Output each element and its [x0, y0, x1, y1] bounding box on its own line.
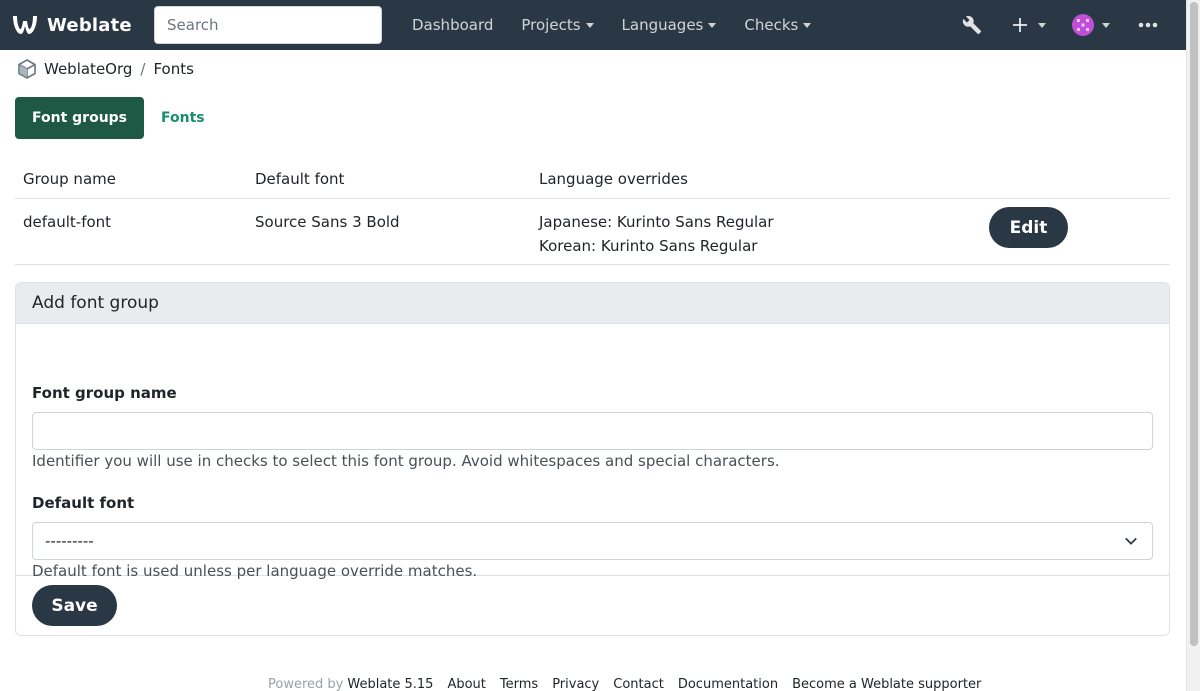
footer-contact-link[interactable]: Contact — [613, 677, 664, 691]
breadcrumb-org-link[interactable]: WeblateOrg — [44, 60, 132, 78]
footer-supporter-link[interactable]: Become a Weblate supporter — [792, 677, 981, 691]
page-scrollbar[interactable] — [1186, 0, 1200, 691]
caret-down-icon — [1038, 22, 1046, 28]
footer-terms-link[interactable]: Terms — [500, 677, 538, 691]
caret-down-icon — [1102, 22, 1110, 28]
font-group-name-label: Font group name — [32, 384, 177, 402]
nav-checks-label: Checks — [744, 16, 799, 34]
footer-documentation-link[interactable]: Documentation — [678, 677, 778, 691]
breadcrumb: WeblateOrg / Fonts — [16, 58, 194, 80]
main-nav: Dashboard Projects Languages Checks — [398, 0, 825, 50]
brand-name: Weblate — [47, 14, 132, 36]
nav-projects[interactable]: Projects — [507, 16, 607, 34]
brand[interactable]: Weblate — [11, 12, 132, 38]
card-title: Add font group — [16, 283, 1169, 324]
breadcrumb-separator: / — [140, 60, 146, 78]
tabs: Font groups Fonts — [15, 97, 222, 139]
tab-fonts[interactable]: Fonts — [144, 97, 222, 139]
more-menu-button[interactable] — [1138, 22, 1158, 28]
header-group-name: Group name — [23, 169, 116, 188]
footer-weblate-version-link[interactable]: Weblate 5.15 — [347, 677, 433, 691]
page-footer: Powered by Weblate 5.15 About Terms Priv… — [268, 677, 981, 691]
nav-right — [962, 0, 1186, 50]
font-group-name-help: Identifier you will use in checks to sel… — [32, 452, 780, 470]
footer-privacy-link[interactable]: Privacy — [552, 677, 599, 691]
caret-down-icon — [585, 22, 594, 28]
table-row: default-font Source Sans 3 Bold Japanese… — [15, 199, 1170, 265]
nav-dashboard[interactable]: Dashboard — [398, 16, 507, 34]
caret-down-icon — [803, 22, 812, 28]
organization-icon — [18, 59, 36, 79]
default-font-label: Default font — [32, 494, 135, 512]
cell-language-overrides: Japanese: Kurinto Sans Regular Korean: K… — [531, 199, 976, 258]
add-menu-button[interactable] — [1012, 17, 1046, 33]
header-language-overrides: Language overrides — [539, 169, 688, 188]
default-font-select[interactable]: --------- — [32, 522, 1153, 560]
avatar — [1072, 14, 1094, 36]
nav-dashboard-label: Dashboard — [412, 16, 494, 34]
font-group-name-input[interactable] — [32, 412, 1153, 450]
more-dots-icon — [1138, 22, 1158, 28]
tab-font-groups[interactable]: Font groups — [15, 97, 145, 139]
nav-languages-label: Languages — [621, 16, 704, 34]
weblate-logo-icon — [13, 16, 37, 34]
top-navbar: Weblate Dashboard Projects Languages Che… — [0, 0, 1186, 50]
search-input[interactable] — [154, 6, 382, 44]
header-default-font: Default font — [255, 169, 345, 188]
font-groups-table: Group name Default font Language overrid… — [15, 159, 1170, 265]
cell-default-font: Source Sans 3 Bold — [255, 213, 400, 231]
default-font-selected-value: --------- — [45, 532, 94, 550]
nav-checks[interactable]: Checks — [730, 16, 825, 34]
plus-icon — [1013, 18, 1027, 32]
override-item: Japanese: Kurinto Sans Regular — [539, 213, 774, 231]
edit-button[interactable]: Edit — [989, 207, 1068, 248]
powered-by-text: Powered by — [268, 677, 344, 691]
card-body: Font group name Identifier you will use … — [16, 324, 1169, 580]
wrench-button[interactable] — [962, 15, 982, 35]
user-menu-button[interactable] — [1072, 14, 1110, 36]
nav-projects-label: Projects — [521, 16, 581, 34]
override-item: Korean: Kurinto Sans Regular — [539, 237, 758, 255]
table-header: Group name Default font Language overrid… — [15, 159, 1170, 199]
chevron-down-icon — [1125, 537, 1137, 545]
card-footer: Save — [16, 576, 1169, 635]
cell-group-name: default-font — [23, 213, 112, 231]
wrench-icon — [962, 15, 982, 35]
scrollbar-thumb[interactable] — [1190, 2, 1198, 646]
save-button[interactable]: Save — [32, 585, 117, 626]
breadcrumb-current: Fonts — [153, 60, 194, 78]
footer-about-link[interactable]: About — [447, 677, 485, 691]
add-font-group-card: Add font group Font group name Identifie… — [15, 282, 1170, 636]
nav-languages[interactable]: Languages — [608, 16, 731, 34]
caret-down-icon — [708, 22, 717, 28]
